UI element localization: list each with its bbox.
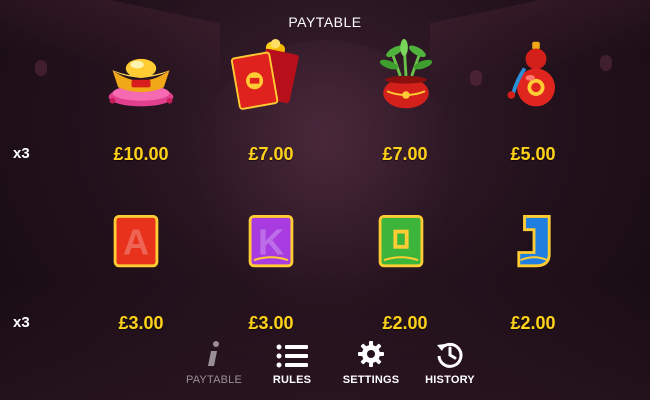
prize-letter-k: £3.00 [248,313,294,333]
row-1-multiplier: x3 [13,145,30,162]
nav-paytable-label: PAYTABLE [185,374,242,386]
nav-rules[interactable]: RULES [252,338,332,386]
gear-icon [331,338,411,368]
prize-letter-j: £2.00 [510,313,556,333]
prize-lucky-bamboo: £7.00 [382,144,428,164]
prize-gold-ingot: £10.00 [113,144,169,164]
gold-ingot-icon [103,38,179,114]
svg-text:A: A [123,221,149,262]
svg-text:K: K [258,221,284,262]
letter-k-icon: K [233,205,309,281]
history-icon [410,338,490,368]
prize-gourd: £5.00 [510,144,556,164]
nav-paytable[interactable]: PAYTABLE [174,338,254,386]
nav-history[interactable]: HISTORY [410,338,490,386]
letter-a-icon: A [98,205,174,281]
letter-q-icon [363,205,439,281]
info-icon [174,338,254,368]
prize-letter-q: £2.00 [382,313,428,333]
prize-red-envelope: £7.00 [248,144,294,164]
nav-rules-label: RULES [272,374,312,386]
background-lantern [600,55,612,71]
lucky-bamboo-icon [368,38,444,114]
prize-letter-a: £3.00 [118,313,164,333]
list-icon [252,338,332,368]
nav-settings[interactable]: SETTINGS [331,338,411,386]
red-envelope-icon [228,38,304,114]
row-2-multiplier: x3 [13,314,30,331]
nav-settings-label: SETTINGS [342,374,400,386]
gourd-icon [498,38,574,114]
background-lantern [35,60,47,76]
letter-j-icon [496,205,572,281]
page-title: PAYTABLE [288,14,362,30]
nav-history-label: HISTORY [425,374,475,386]
background-lantern [470,70,482,86]
